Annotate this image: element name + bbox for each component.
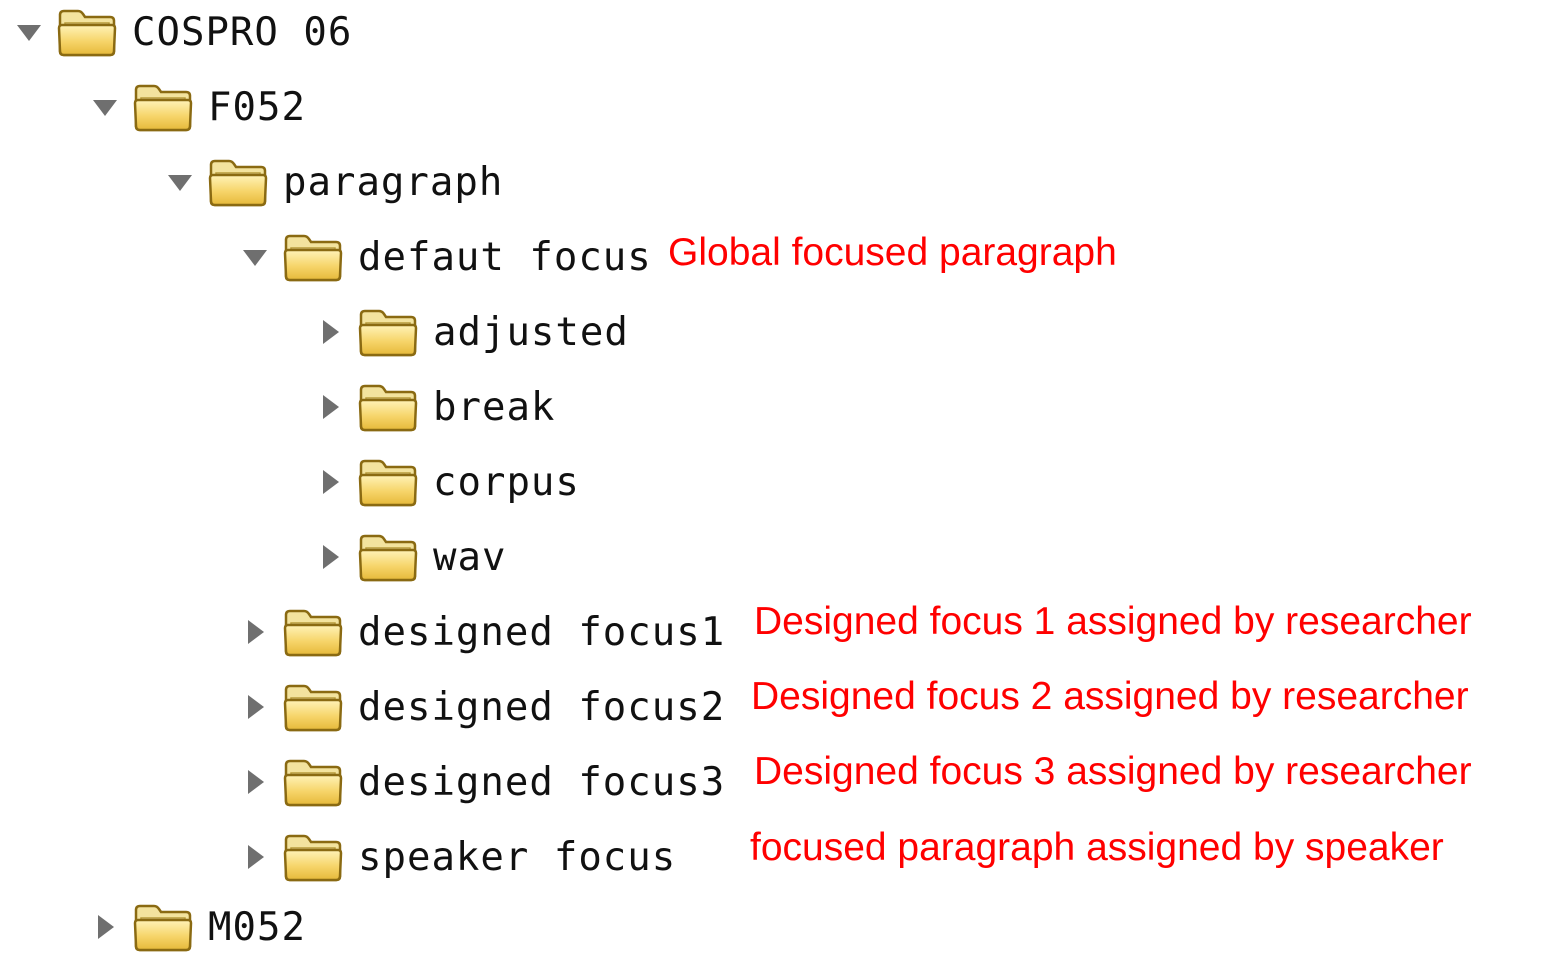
- tree-node-cospro06[interactable]: COSPRO 06: [12, 2, 352, 62]
- node-label: adjusted: [433, 309, 629, 355]
- tree-node-break[interactable]: break: [313, 377, 555, 437]
- expand-arrow-right-icon[interactable]: [238, 615, 272, 649]
- folder-icon: [357, 307, 419, 357]
- tree-node-adjusted[interactable]: adjusted: [313, 302, 629, 362]
- annotation-speaker-focus: focused paragraph assigned by speaker: [750, 826, 1444, 869]
- folder-icon: [132, 902, 194, 952]
- folder-icon: [132, 82, 194, 132]
- tree-node-designed-focus1[interactable]: designed focus1: [238, 602, 725, 662]
- node-label: COSPRO 06: [132, 9, 353, 55]
- folder-icon: [282, 682, 344, 732]
- annotation-designed-focus1: Designed focus 1 assigned by researcher: [754, 600, 1472, 643]
- node-label: corpus: [433, 459, 580, 505]
- node-label: F052: [208, 84, 306, 130]
- expand-arrow-right-icon[interactable]: [88, 910, 122, 944]
- tree-node-default-focus[interactable]: defaut focus: [238, 227, 652, 287]
- node-label: designed focus1: [358, 609, 726, 655]
- tree-node-speaker-focus[interactable]: speaker focus: [238, 827, 676, 887]
- expand-arrow-right-icon[interactable]: [238, 840, 272, 874]
- annotation-designed-focus2: Designed focus 2 assigned by researcher: [751, 675, 1469, 718]
- tree-node-designed-focus2[interactable]: designed focus2: [238, 677, 725, 737]
- folder-icon: [207, 157, 269, 207]
- folder-icon: [357, 532, 419, 582]
- node-label: wav: [433, 534, 507, 580]
- folder-icon: [56, 7, 118, 57]
- tree-node-corpus[interactable]: corpus: [313, 452, 580, 512]
- expand-arrow-down-icon[interactable]: [238, 240, 272, 274]
- tree-node-paragraph[interactable]: paragraph: [163, 152, 503, 212]
- folder-icon: [357, 382, 419, 432]
- node-label: M052: [208, 904, 306, 950]
- node-label: designed focus3: [358, 759, 726, 805]
- folder-icon: [282, 607, 344, 657]
- expand-arrow-right-icon[interactable]: [238, 765, 272, 799]
- expand-arrow-down-icon[interactable]: [163, 165, 197, 199]
- annotation-designed-focus3: Designed focus 3 assigned by researcher: [754, 750, 1472, 793]
- expand-arrow-right-icon[interactable]: [313, 465, 347, 499]
- tree-node-f052[interactable]: F052: [88, 77, 306, 137]
- expand-arrow-down-icon[interactable]: [12, 15, 46, 49]
- node-label: break: [433, 384, 556, 430]
- folder-icon: [282, 232, 344, 282]
- expand-arrow-down-icon[interactable]: [88, 90, 122, 124]
- tree-node-wav[interactable]: wav: [313, 527, 506, 587]
- folder-tree: COSPRO 06 F052 paragraph defaut focus ad…: [0, 0, 1551, 953]
- expand-arrow-right-icon[interactable]: [313, 540, 347, 574]
- expand-arrow-right-icon[interactable]: [238, 690, 272, 724]
- annotation-default-focus: Global focused paragraph: [668, 231, 1117, 274]
- folder-icon: [282, 832, 344, 882]
- expand-arrow-right-icon[interactable]: [313, 390, 347, 424]
- node-label: defaut focus: [358, 234, 652, 280]
- tree-node-m052[interactable]: M052: [88, 897, 306, 957]
- tree-node-designed-focus3[interactable]: designed focus3: [238, 752, 725, 812]
- folder-icon: [357, 457, 419, 507]
- node-label: designed focus2: [358, 684, 726, 730]
- node-label: speaker focus: [358, 834, 677, 880]
- node-label: paragraph: [283, 159, 504, 205]
- folder-icon: [282, 757, 344, 807]
- expand-arrow-right-icon[interactable]: [313, 315, 347, 349]
